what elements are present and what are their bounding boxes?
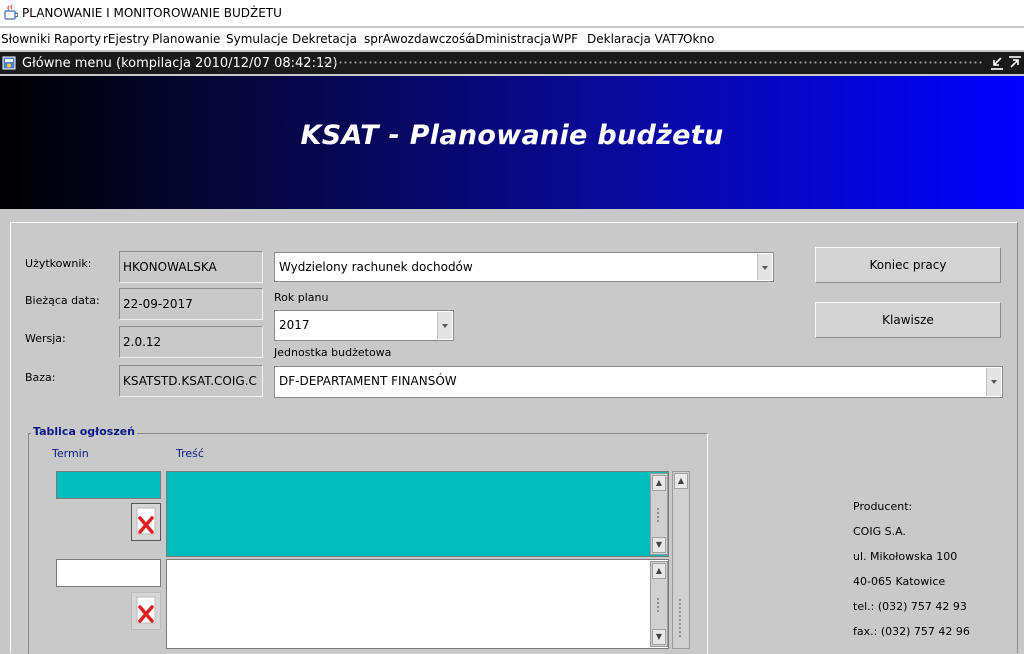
account-select[interactable]: Wydzielony rachunek dochodów: [274, 252, 774, 282]
scroll-up-icon[interactable]: ▲: [652, 563, 666, 579]
dropdown-arrow-icon: [442, 324, 448, 328]
board-title: Tablica ogłoszeń: [31, 425, 138, 438]
scroll-up-icon[interactable]: ▲: [674, 473, 688, 489]
window-icon: [2, 56, 16, 70]
producer-phone: tel.: (032) 757 42 93: [853, 600, 967, 613]
year-label: Rok planu: [274, 291, 329, 304]
chevron-down-icon[interactable]: [757, 254, 772, 280]
producer-label: Producent:: [853, 500, 913, 513]
menu-item-deklaracja-vat7[interactable]: Deklaracja VAT7: [587, 32, 684, 46]
producer-city: 40-065 Katowice: [853, 575, 946, 588]
content-cell-row2[interactable]: ▲ ▼: [166, 559, 669, 649]
column-header-content: Treść: [176, 447, 204, 460]
menu-item-administracja[interactable]: aDministracja: [468, 32, 551, 46]
producer-info: Producent: COIG S.A. ul. Mikołowska 100 …: [853, 500, 1013, 644]
menu-item-okno[interactable]: Okno: [683, 32, 714, 46]
version-label: Wersja:: [25, 332, 66, 345]
menu-item-symulacje[interactable]: Symulacje: [226, 32, 288, 46]
year-select[interactable]: 2017: [274, 310, 454, 341]
unit-label: Jednostka budżetowa: [274, 346, 392, 359]
menu-item-sprawozdawczosc[interactable]: sprAwozdawczość: [364, 32, 472, 46]
maximize-arrow-icon: [1009, 56, 1021, 68]
term-cell-row1[interactable]: [56, 471, 161, 499]
producer-fax: fax.: (032) 757 42 96: [853, 625, 970, 638]
scroll-down-icon[interactable]: ▼: [652, 537, 666, 553]
inner-window-title: Główne menu (kompilacja 2010/12/07 08:42…: [22, 56, 338, 71]
delete-row1-button[interactable]: [131, 503, 161, 541]
delete-icon: [136, 596, 156, 624]
java-app-icon: [4, 5, 18, 20]
unit-select-value: DF-DEPARTAMENT FINANSÓW: [279, 374, 457, 388]
menu-item-dekretacja[interactable]: Dekretacja: [292, 32, 357, 46]
title-drag-grip[interactable]: [318, 60, 982, 66]
scroll-thumb-grip[interactable]: [678, 598, 682, 638]
dropdown-arrow-icon: [991, 380, 997, 384]
scroll-thumb-grip[interactable]: [656, 597, 660, 613]
account-select-value: Wydzielony rachunek dochodów: [279, 260, 473, 274]
producer-company: COIG S.A.: [853, 525, 906, 538]
row2-scrollbar[interactable]: ▲ ▼: [650, 561, 668, 647]
user-field: HKONOWALSKA: [119, 251, 263, 283]
delete-icon: [136, 507, 156, 535]
menu-item-slowniki[interactable]: Słowniki: [1, 32, 50, 46]
menu-item-wpf[interactable]: WPF: [552, 32, 578, 46]
scroll-thumb-grip[interactable]: [656, 507, 660, 523]
board-scrollbar[interactable]: ▲: [672, 471, 690, 649]
date-label: Bieżąca data:: [25, 294, 100, 307]
column-header-term: Termin: [52, 447, 89, 460]
scroll-up-icon[interactable]: ▲: [652, 475, 666, 491]
menu-item-rejestry[interactable]: rEjestry: [103, 32, 149, 46]
window-title-bar: PLANOWANIE I MONITOROWANIE BUDŻETU: [0, 0, 1024, 26]
chevron-down-icon[interactable]: [986, 368, 1001, 396]
window-title: PLANOWANIE I MONITOROWANIE BUDŻETU: [22, 6, 282, 20]
content-cell-row1[interactable]: ▲ ▼: [166, 471, 669, 557]
menu-item-raporty[interactable]: Raporty: [54, 32, 101, 46]
keys-button[interactable]: Klawisze: [815, 302, 1001, 338]
term-cell-row2[interactable]: [56, 559, 161, 587]
menu-bar: Słowniki Raporty rEjestry Planowanie Sym…: [0, 28, 1024, 50]
row1-scrollbar[interactable]: ▲ ▼: [650, 473, 668, 555]
exit-button[interactable]: Koniec pracy: [815, 247, 1001, 283]
maximize-icon[interactable]: [1006, 55, 1024, 71]
version-field: 2.0.12: [119, 326, 263, 358]
user-label: Użytkownik:: [25, 257, 92, 270]
dropdown-arrow-icon: [762, 266, 768, 270]
base-label: Baza:: [25, 371, 56, 384]
year-select-value: 2017: [279, 318, 310, 332]
scroll-down-icon[interactable]: ▼: [652, 629, 666, 645]
chevron-down-icon[interactable]: [437, 312, 452, 339]
date-field: 22-09-2017: [119, 288, 263, 320]
menu-item-planowanie[interactable]: Planowanie: [152, 32, 220, 46]
base-field: KSATSTD.KSAT.COIG.C: [119, 365, 263, 397]
producer-street: ul. Mikołowska 100: [853, 550, 958, 563]
unit-select[interactable]: DF-DEPARTAMENT FINANSÓW: [274, 366, 1003, 398]
inner-window-title-bar[interactable]: Główne menu (kompilacja 2010/12/07 08:42…: [0, 52, 1024, 74]
delete-row2-button[interactable]: [131, 592, 161, 630]
app-banner: KSAT - Planowanie budżetu: [0, 76, 1024, 209]
minimize-arrow-icon: [991, 57, 1003, 70]
banner-title: KSAT - Planowanie budżetu: [300, 120, 724, 151]
minimize-icon[interactable]: [988, 55, 1006, 71]
